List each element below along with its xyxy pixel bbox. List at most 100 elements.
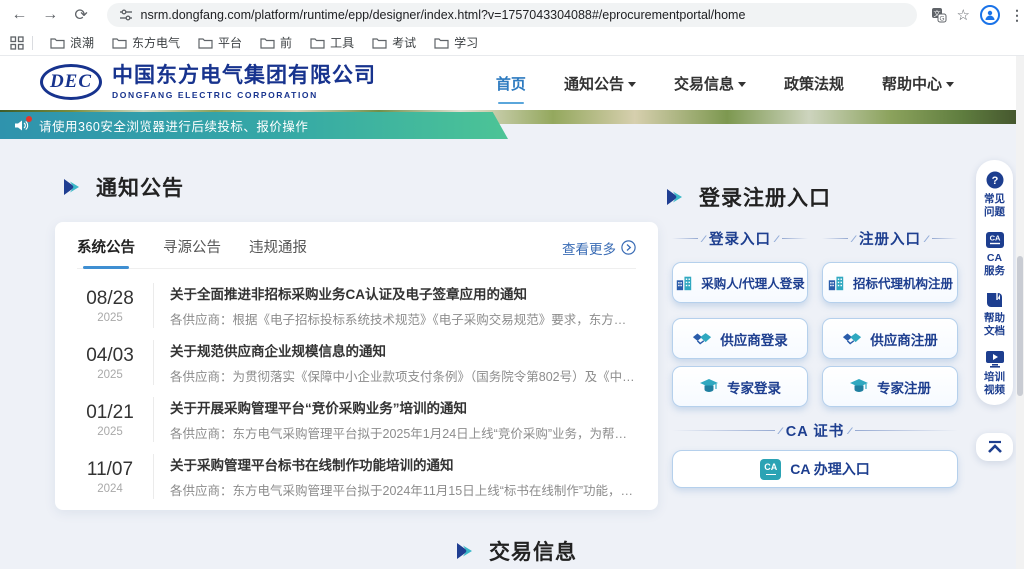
notice-row[interactable]: 08/28 2025 关于全面推进非招标采购业务CA认证及电子签章应用的通知 各… xyxy=(77,277,636,334)
section-title: 登录注册入口 xyxy=(699,182,831,212)
back-button[interactable]: ← xyxy=(8,2,31,28)
trade-section-header: 交易信息 xyxy=(453,536,577,566)
bookmark-folder[interactable]: 学习 xyxy=(425,32,487,54)
main-nav: 首页 通知公告 交易信息 政策法规 帮助中心 xyxy=(496,56,954,111)
notice-date-year: 2025 xyxy=(77,426,143,438)
apps-grid-icon[interactable] xyxy=(10,36,24,50)
notice-date-year: 2025 xyxy=(77,312,143,324)
view-more-link[interactable]: 查看更多 xyxy=(562,238,636,258)
nav-item-home[interactable]: 首页 xyxy=(496,67,526,100)
float-label: CA服务 xyxy=(983,252,1007,278)
button-label: CA 办理入口 xyxy=(790,459,870,479)
button-label: 专家登录 xyxy=(727,377,781,397)
faq-item[interactable]: ? 常见问题 xyxy=(980,170,1010,219)
button-label: 专家注册 xyxy=(877,377,931,397)
bookmark-folder[interactable]: 考试 xyxy=(363,32,425,54)
handshake-icon xyxy=(692,331,712,347)
button-label: 采购人/代理人登录 xyxy=(701,273,804,292)
notice-date: 04/03 2025 xyxy=(77,345,143,381)
forward-button[interactable]: → xyxy=(39,2,62,28)
supplier-register-button[interactable]: 供应商注册 xyxy=(822,318,958,359)
register-entry-header: ⁄⁄ 注册入口 ⁄⁄ xyxy=(822,228,958,249)
notice-date-md: 04/03 xyxy=(77,345,143,367)
bookmark-folder[interactable]: 平台 xyxy=(189,32,251,54)
purchaser-login-button[interactable]: 采购人/代理人登录 xyxy=(672,262,808,303)
reload-button[interactable]: ⟳ xyxy=(70,2,93,28)
notice-row[interactable]: 04/03 2025 关于规范供应商企业规模信息的通知 各供应商：为贯彻落实《保… xyxy=(77,334,636,391)
translate-icon[interactable]: 文G xyxy=(931,7,947,23)
supplier-login-button[interactable]: 供应商登录 xyxy=(672,318,808,359)
bookmark-label: 浪潮 xyxy=(70,34,94,51)
site-info-icon[interactable] xyxy=(119,8,133,22)
bookmark-folder[interactable]: 工具 xyxy=(301,32,363,54)
notice-title[interactable]: 关于开展采购管理平台“竞价采购业务”培训的通知 xyxy=(170,397,636,417)
notice-desc: 各供应商：东方电气采购管理平台拟于2024年11月15日上线“标书在线制作”功能… xyxy=(170,480,636,499)
chevron-down-icon xyxy=(946,82,954,87)
url-bar[interactable]: nsrm.dongfang.com/platform/runtime/epp/d… xyxy=(107,3,917,27)
dec-logo-icon: DEC xyxy=(40,64,102,100)
notice-title[interactable]: 关于全面推进非招标采购业务CA认证及电子签章应用的通知 xyxy=(170,283,636,303)
bookmark-folder[interactable]: 前 xyxy=(251,32,301,54)
browser-toolbar: ← → ⟳ nsrm.dongfang.com/platform/runtime… xyxy=(0,0,1024,30)
notice-body: 关于采购管理平台标书在线制作功能培训的通知 各供应商：东方电气采购管理平台拟于2… xyxy=(153,454,636,499)
svg-text:G: G xyxy=(939,16,944,23)
ca-apply-button[interactable]: CA CA 办理入口 xyxy=(672,450,958,488)
bookmark-label: 平台 xyxy=(218,34,242,51)
bookmark-label: 工具 xyxy=(330,34,354,51)
expert-register-button[interactable]: 专家注册 xyxy=(822,366,958,407)
notice-row[interactable]: 01/21 2025 关于开展采购管理平台“竞价采购业务”培训的通知 各供应商：… xyxy=(77,391,636,448)
notice-title[interactable]: 关于采购管理平台标书在线制作功能培训的通知 xyxy=(170,454,636,474)
profile-avatar[interactable] xyxy=(980,5,1000,25)
ca-cert-label: CA 证书 xyxy=(786,420,844,441)
bookmark-folder[interactable]: 浪潮 xyxy=(41,32,103,54)
site-header: DEC 中国东方电气集团有限公司 DONGFANG ELECTRIC CORPO… xyxy=(0,56,1024,111)
scrollbar-track xyxy=(1016,56,1024,569)
speaker-icon xyxy=(14,118,30,134)
nav-item-notices[interactable]: 通知公告 xyxy=(564,67,636,100)
bookmark-star-icon[interactable]: ☆ xyxy=(957,6,970,24)
nav-item-trade-info[interactable]: 交易信息 xyxy=(674,67,746,100)
bookmark-label: 学习 xyxy=(454,34,478,51)
notice-date-year: 2024 xyxy=(77,483,143,495)
alert-dot xyxy=(26,116,32,122)
company-logo[interactable]: DEC 中国东方电气集团有限公司 DONGFANG ELECTRIC CORPO… xyxy=(40,64,376,100)
book-icon xyxy=(985,291,1005,309)
bookmark-label: 考试 xyxy=(392,34,416,51)
notice-title[interactable]: 关于规范供应商企业规模信息的通知 xyxy=(170,340,636,360)
bookmarks-bar: 浪潮 东方电气 平台 前 工具 考试 学习 xyxy=(0,30,1024,56)
tab-violation-reports[interactable]: 违规通报 xyxy=(249,236,307,259)
tab-sourcing-notices[interactable]: 寻源公告 xyxy=(163,236,221,259)
bookmark-label: 前 xyxy=(280,34,292,51)
building-icon xyxy=(827,274,845,292)
training-videos-item[interactable]: 培训视频 xyxy=(980,350,1010,397)
notice-row[interactable]: 11/07 2024 关于采购管理平台标书在线制作功能培训的通知 各供应商：东方… xyxy=(77,448,636,505)
bookmark-label: 东方电气 xyxy=(132,34,180,51)
notice-desc: 各供应商：根据《电子招标投标系统技术规范》《电子采购交易规范》要求，东方电气采购… xyxy=(170,309,636,328)
floating-sidebar: ? 常见问题 CA CA服务 帮助文档 培训视频 xyxy=(976,160,1013,405)
view-more-label: 查看更多 xyxy=(562,238,616,258)
scrollbar-thumb[interactable] xyxy=(1017,256,1023,396)
agency-register-button[interactable]: 招标代理机构注册 xyxy=(822,262,958,303)
login-entry-header: ⁄⁄ 登录入口 ⁄⁄ xyxy=(672,228,808,249)
expert-login-button[interactable]: 专家登录 xyxy=(672,366,808,407)
nav-item-help-center[interactable]: 帮助中心 xyxy=(882,67,954,100)
ticker-text: 请使用360安全浏览器进行后续投标、报价操作 xyxy=(39,116,308,135)
login-entry-label: 登录入口 xyxy=(709,228,771,249)
bookmark-folder[interactable]: 东方电气 xyxy=(103,32,189,54)
tab-system-notices[interactable]: 系统公告 xyxy=(77,236,135,259)
chrome-menu-icon[interactable]: ⋮ xyxy=(1010,7,1024,24)
notice-desc: 各供应商：为贯彻落实《保障中小企业款项支付条例》（国务院令第802号）及《中小企… xyxy=(170,366,636,385)
section-arrow-icon xyxy=(60,175,84,199)
notices-card: 系统公告 寻源公告 违规通报 查看更多 08/28 2025 关于全面推进非招标… xyxy=(55,222,658,510)
nav-item-policies[interactable]: 政策法规 xyxy=(784,67,844,100)
notice-tabs: 系统公告 寻源公告 违规通报 查看更多 xyxy=(77,236,636,269)
ca-service-item[interactable]: CA CA服务 xyxy=(980,231,1010,278)
building-icon xyxy=(675,274,693,292)
back-to-top-button[interactable] xyxy=(976,433,1013,461)
button-label: 供应商注册 xyxy=(870,329,938,349)
notice-date-md: 01/21 xyxy=(77,402,143,424)
notices-section-header: 通知公告 xyxy=(60,172,184,202)
circle-arrow-icon xyxy=(621,240,636,255)
help-docs-item[interactable]: 帮助文档 xyxy=(980,291,1010,338)
notice-date: 11/07 2024 xyxy=(77,459,143,495)
